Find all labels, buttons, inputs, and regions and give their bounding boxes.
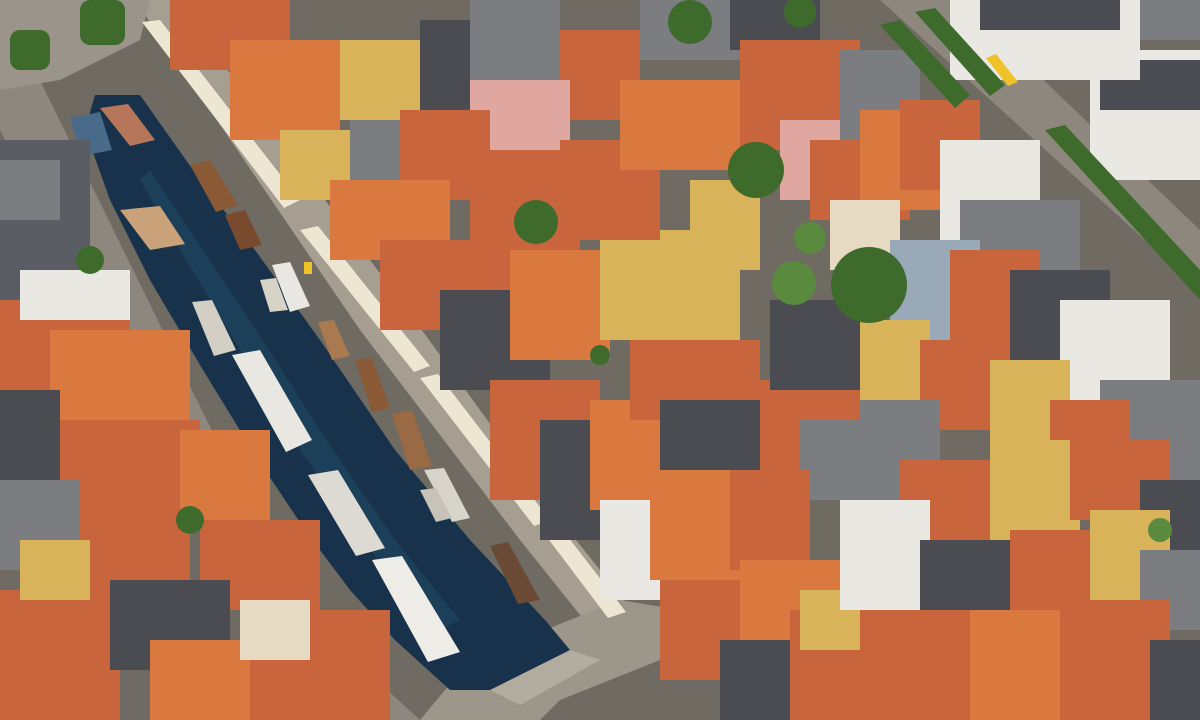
tree — [728, 142, 784, 198]
tree — [590, 345, 610, 365]
building-roof — [0, 390, 60, 480]
building-roof — [470, 0, 560, 80]
building-roof — [60, 420, 200, 490]
tree — [668, 0, 712, 44]
tree — [794, 222, 826, 254]
tree-row — [10, 30, 50, 70]
building-roof — [1140, 0, 1200, 40]
building-roof — [730, 470, 810, 570]
tree-row — [80, 0, 125, 45]
tree — [514, 200, 558, 244]
tree — [831, 247, 907, 323]
tree — [176, 506, 204, 534]
car — [304, 262, 312, 274]
building-facade — [240, 600, 310, 660]
building-roof — [510, 250, 610, 360]
building-roof — [50, 330, 190, 420]
tree — [1148, 518, 1172, 542]
tree — [772, 261, 816, 305]
building-facade — [860, 320, 930, 400]
building-roof — [800, 420, 870, 500]
aerial-city-canal-photo — [0, 0, 1200, 720]
building-roof — [620, 80, 740, 170]
building-facade — [990, 440, 1080, 540]
building-roof — [980, 0, 1120, 30]
building-roof — [840, 500, 930, 610]
building-roof — [860, 610, 980, 720]
building-roof — [20, 270, 130, 320]
building-roof — [230, 40, 340, 140]
building-roof — [970, 610, 1070, 720]
building-roof — [1150, 640, 1200, 720]
building-roof — [0, 590, 120, 720]
building-facade — [340, 40, 420, 120]
building-facade — [20, 540, 90, 600]
building-roof — [0, 160, 60, 220]
tree — [76, 246, 104, 274]
building-roof — [720, 640, 800, 720]
